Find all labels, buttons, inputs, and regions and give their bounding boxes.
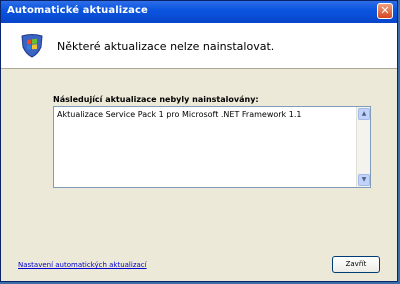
close-icon[interactable]: ✕ xyxy=(377,3,393,19)
scroll-up-arrow-icon[interactable]: ▲ xyxy=(358,108,370,120)
close-button[interactable]: Zavřít xyxy=(332,256,380,273)
header-message: Některé aktualizace nelze nainstalovat. xyxy=(57,40,275,53)
list-label: Následující aktualizace nebyly nainstalo… xyxy=(53,95,259,104)
failed-updates-listbox[interactable]: Aktualizace Service Pack 1 pro Microsoft… xyxy=(53,106,371,188)
automatic-updates-settings-link[interactable]: Nastavení automatických aktualizací xyxy=(18,261,147,269)
windows-update-shield-icon xyxy=(21,34,43,58)
title-bar[interactable]: Automatické aktualizace ✕ xyxy=(1,1,397,23)
window-title: Automatické aktualizace xyxy=(7,5,148,16)
vertical-scrollbar[interactable]: ▲ ▼ xyxy=(356,107,370,187)
list-item[interactable]: Aktualizace Service Pack 1 pro Microsoft… xyxy=(57,110,301,119)
header-panel: Některé aktualizace nelze nainstalovat. xyxy=(1,23,397,69)
dialog-window: Automatické aktualizace ✕ Některé aktual… xyxy=(0,0,398,282)
scroll-down-arrow-icon[interactable]: ▼ xyxy=(358,174,370,186)
